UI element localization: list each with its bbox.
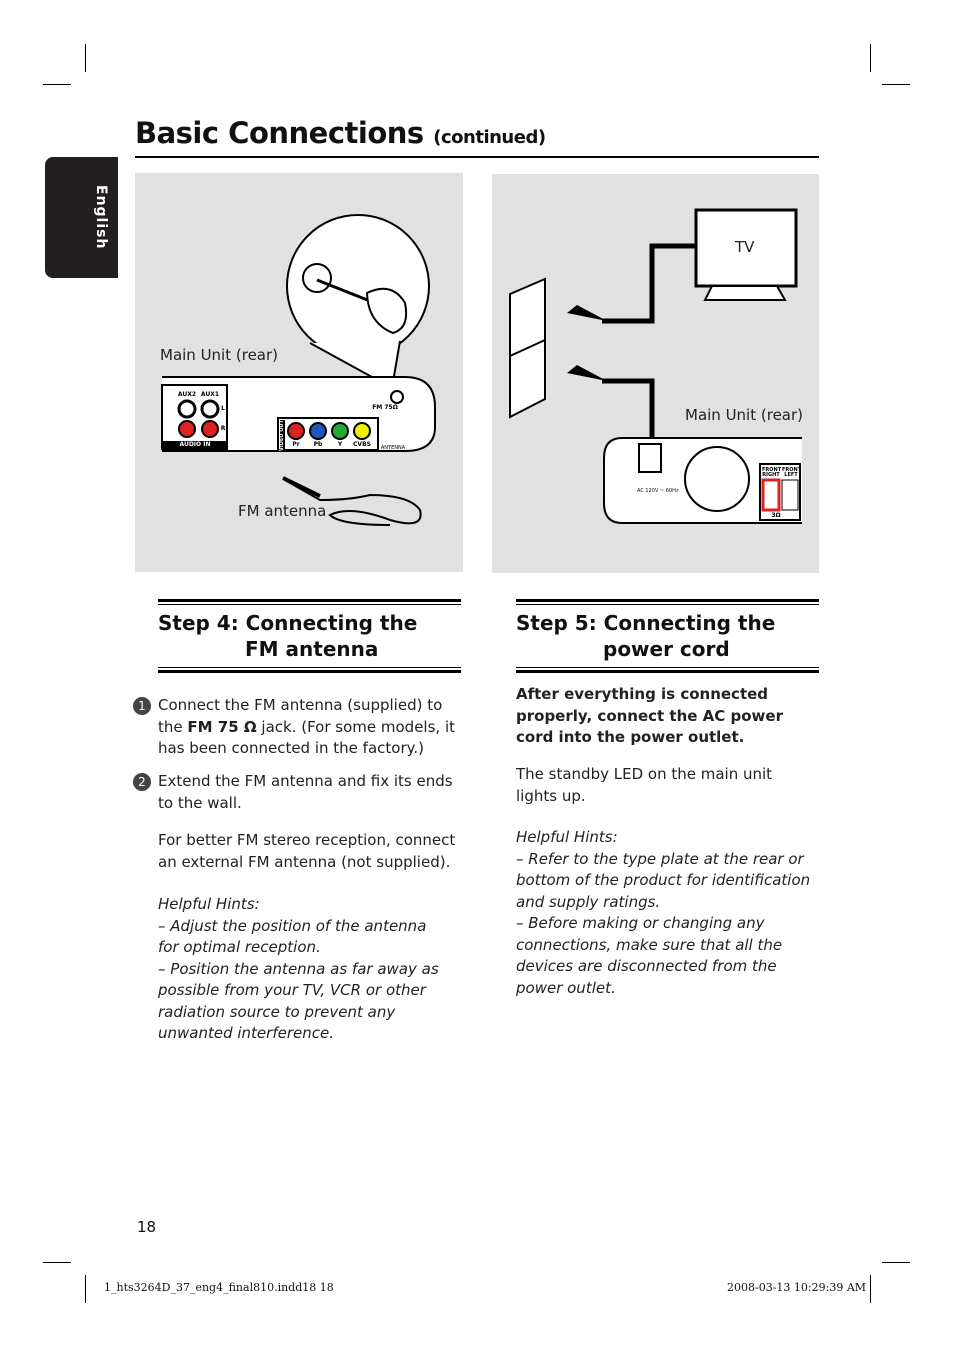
jack-label-cvbs: CVBS	[353, 441, 371, 448]
rule	[516, 599, 819, 602]
page-number: 18	[137, 1218, 157, 1236]
rule	[158, 599, 461, 602]
jack-label-fm75: FM 75Ω	[372, 404, 398, 411]
crop-mark	[882, 84, 910, 85]
speaker-label-front-right: FRONT RIGHT	[762, 467, 782, 478]
fm-antenna-label: FM antenna	[238, 502, 327, 520]
step4-note: For better FM stereo reception, connect …	[158, 831, 456, 871]
power-cord-illustration	[509, 208, 802, 524]
title-rule	[135, 156, 819, 158]
jack-label-audio-in: AUDIO IN	[179, 441, 211, 448]
step5-text: The standby LED on the main unit lights …	[516, 765, 773, 805]
rule	[516, 670, 819, 673]
step4-item1: 1 Connect the FM antenna (supplied) to th…	[133, 695, 458, 760]
jack-label-pb: Pb	[313, 441, 323, 448]
footer-timestamp: 2008-03-13 10:29:39 AM	[727, 1281, 867, 1294]
jack-label-aux2: AUX2	[177, 391, 197, 398]
step5-heading-line2: power cord	[603, 637, 730, 661]
jack-label-antenna: ANTENNA	[380, 445, 406, 451]
crop-mark	[43, 84, 71, 85]
page-title: Basic Connections (continued)	[135, 116, 546, 150]
step4-item2: 2 Extend the FM antenna and fix its ends …	[133, 771, 463, 814]
rule	[158, 670, 461, 673]
main-unit-label: Main Unit (rear)	[685, 406, 804, 424]
crop-mark	[43, 1262, 71, 1263]
jack-label-aux1: AUX1	[200, 391, 220, 398]
power-cord-figure: FRONT RIGHT FRONT LEFT 3Ω TV Main Unit (…	[492, 174, 819, 573]
footer-file: 1_hts3264D_37_eng4_final810.indd18 18	[104, 1281, 334, 1294]
jack-label-r: R	[220, 425, 226, 432]
speaker-impedance-label: 3Ω	[771, 512, 781, 519]
step5-intro: After everything is connected properly, …	[516, 685, 783, 746]
speaker-label-front-left: FRONT LEFT	[782, 467, 802, 478]
crop-mark	[870, 1275, 871, 1303]
crop-mark	[85, 1275, 86, 1303]
jack-label-video-out: VIDEO OUT	[279, 420, 285, 452]
rule	[516, 604, 819, 605]
rule	[516, 667, 819, 668]
crop-mark	[870, 44, 871, 72]
tv-label: TV	[735, 238, 755, 256]
step5-hints: Helpful Hints: – Refer to the type plate …	[516, 828, 811, 997]
step5-heading: Step 5: Connecting the	[516, 611, 776, 635]
step4-heading-line2: FM antenna	[245, 637, 379, 661]
jack-label-pr: Pr	[292, 441, 300, 448]
power-rating: AC 120V ~ 60Hz	[637, 488, 679, 494]
rule	[158, 604, 461, 605]
jack-label-l: L	[221, 405, 225, 412]
jack-label-y: Y	[337, 441, 343, 448]
step4-hints: Helpful Hints: – Adjust the position of t…	[158, 895, 439, 1042]
step4-heading: Step 4: Connecting the	[158, 611, 418, 635]
crop-mark	[85, 44, 86, 72]
main-unit-label: Main Unit (rear)	[160, 346, 279, 364]
language-tab: English	[45, 157, 118, 278]
rule	[158, 667, 461, 668]
crop-mark	[882, 1262, 910, 1263]
fm-antenna-figure: AUX2 AUX1 L R AUDIO IN VIDEO OUT Pr Pb Y…	[135, 173, 463, 572]
